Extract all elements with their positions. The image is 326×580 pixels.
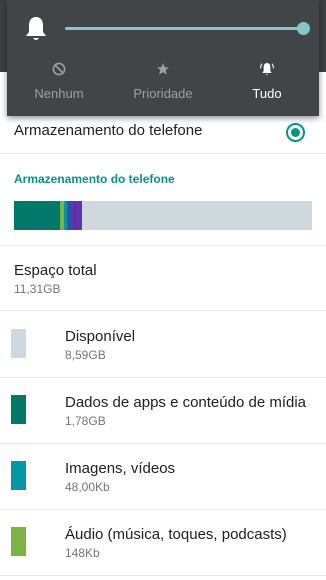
bell-icon[interactable] [24, 15, 48, 43]
storage-item-apps[interactable]: Dados de apps e conteúdo de mídia 1,78GB [0, 378, 326, 444]
storage-item-name: Áudio (música, toques, podcasts) [65, 526, 287, 543]
storage-item-name: Disponível [65, 328, 136, 345]
storage-item-size: 1,78GB [65, 414, 106, 428]
storage-item-name: Dados de apps e conteúdo de mídia [65, 394, 307, 411]
storage-item-size: 48,00Kb [65, 480, 110, 494]
color-swatch [11, 395, 26, 424]
mode-all-button[interactable]: Tudo [215, 56, 319, 108]
usage-bar-segment [14, 201, 61, 230]
storage-item-name: Imagens, vídeos [65, 460, 176, 477]
mode-priority-button[interactable]: Prioridade [111, 56, 215, 108]
divider [0, 153, 326, 154]
storage-item-size: 8,59GB [65, 348, 106, 362]
total-space-value: 11,31GB [14, 282, 61, 296]
storage-item-images[interactable]: Imagens, vídeos 48,00Kb [0, 444, 326, 510]
color-swatch [11, 329, 26, 358]
color-swatch [11, 527, 26, 556]
divider [0, 575, 326, 576]
star-icon [155, 61, 171, 77]
divider [0, 245, 326, 246]
mode-none-button[interactable]: Nenhum [7, 56, 111, 108]
storage-usage-bar [14, 201, 312, 230]
volume-slider-thumb[interactable] [297, 22, 310, 35]
mode-all-label: Tudo [252, 86, 282, 101]
storage-item-size: 148Kb [65, 546, 100, 560]
block-icon [51, 61, 67, 77]
bell-ring-icon [259, 61, 275, 77]
usage-bar-segment [76, 201, 83, 230]
volume-panel: Nenhum Prioridade Tudo [7, 0, 319, 116]
section-title: Armazenamento do telefone [14, 172, 175, 186]
mode-none-label: Nenhum [34, 86, 84, 101]
storage-item-available[interactable]: Disponível 8,59GB [0, 311, 326, 377]
volume-slider[interactable] [65, 22, 310, 36]
volume-slider-track[interactable] [65, 27, 303, 30]
storage-item-audio[interactable]: Áudio (música, toques, podcasts) 148Kb [0, 510, 326, 576]
mode-priority-label: Prioridade [133, 86, 193, 101]
interruption-modes: Nenhum Prioridade Tudo [7, 56, 319, 108]
color-swatch [11, 461, 26, 490]
phone-storage-option-label: Armazenamento do telefone [14, 122, 203, 139]
phone-storage-radio[interactable] [286, 123, 305, 142]
phone-storage-option[interactable]: Armazenamento do telefone [0, 112, 326, 148]
total-space-label: Espaço total [14, 262, 97, 279]
